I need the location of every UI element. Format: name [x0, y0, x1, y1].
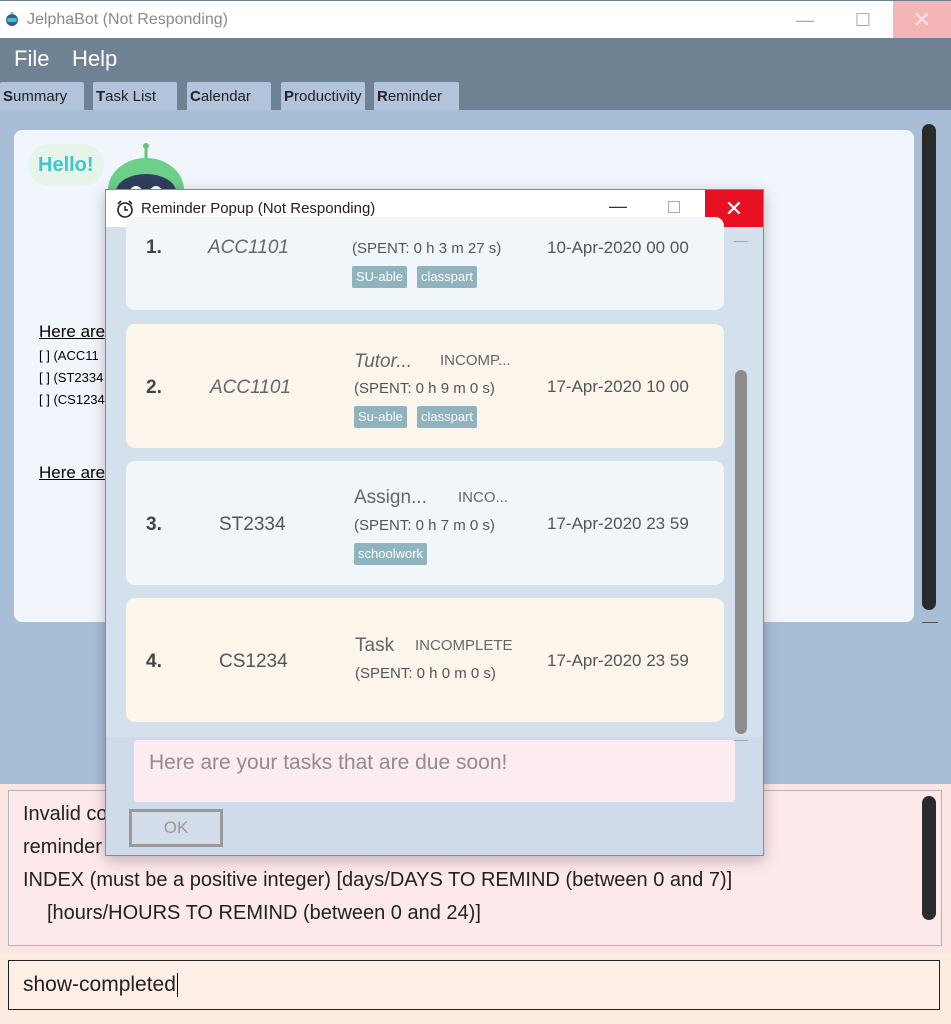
list-item[interactable]: 2. ACC1101 Tutor... INCOMP... (SPENT: 0 …: [126, 324, 724, 448]
summary-heading-week: Here are: [39, 463, 106, 482]
task-time-spent: (SPENT: 0 h 9 m 0 s): [354, 380, 495, 397]
tab-productivity[interactable]: Productivity: [281, 82, 365, 110]
task-module: CS1234: [219, 651, 288, 672]
text-caret: [176, 973, 178, 998]
ok-button[interactable]: OK: [129, 809, 223, 847]
feedback-line: INDEX (must be a positive integer) [days…: [23, 869, 733, 891]
task-description: Assign...: [354, 487, 427, 508]
list-item[interactable]: 3. ST2334 Assign... INCO... (SPENT: 0 h …: [126, 461, 724, 585]
command-input[interactable]: show-completed: [8, 960, 940, 1010]
feedback-line: reminder: [23, 836, 102, 858]
task-description: Tutor...: [354, 351, 413, 372]
summary-task-line: [ ] (ST2334: [39, 370, 104, 385]
task-module: ACC1101: [208, 237, 289, 258]
popup-message-text: Here are your tasks that are due soon!: [149, 751, 508, 774]
reminder-task-list: 1. ACC1101 (SPENT: 0 h 3 m 27 s) 10-Apr-…: [106, 217, 763, 737]
tab-summary[interactable]: Summary: [0, 82, 84, 110]
list-item[interactable]: 4. CS1234 Task INCOMPLETE (SPENT: 0 h 0 …: [126, 598, 724, 722]
summary-task-line: [ ] (CS1234: [39, 392, 105, 407]
task-tag: SU-able: [352, 266, 407, 288]
menu-help[interactable]: Help: [72, 46, 117, 72]
task-module: ST2334: [219, 514, 286, 535]
tab-calendar[interactable]: Calendar: [187, 82, 271, 110]
reminder-popup-window: Reminder Popup (Not Responding) — ✕ 1. A…: [105, 189, 764, 856]
task-status: INCO...: [458, 489, 509, 506]
task-tag: classpart: [417, 406, 478, 428]
main-titlebar: JelphaBot (Not Responding) — ☐ ✕: [0, 0, 951, 39]
task-index: 3.: [146, 514, 162, 535]
feedback-line: Invalid co: [23, 803, 108, 825]
summary-task-line: [ ] (ACC11: [39, 348, 99, 363]
summary-scrollbar[interactable]: [922, 124, 936, 610]
task-status: INCOMP...: [440, 352, 511, 369]
task-description: Task: [355, 635, 395, 656]
popup-message-box: Here are your tasks that are due soon!: [134, 740, 735, 802]
task-deadline: 17-Apr-2020 10 00: [547, 377, 689, 396]
list-item[interactable]: 1. ACC1101 (SPENT: 0 h 3 m 27 s) 10-Apr-…: [126, 217, 724, 310]
tab-bar: Summary Task List Calendar Productivity …: [0, 80, 951, 110]
summary-heading-today: Here are: [39, 322, 106, 341]
task-module: ACC1101: [210, 377, 291, 398]
window-title: JelphaBot (Not Responding): [27, 11, 229, 28]
popup-title: Reminder Popup (Not Responding): [141, 200, 376, 217]
tab-task-list[interactable]: Task List: [93, 82, 177, 110]
jelphabot-app-icon: [6, 11, 18, 26]
maximize-button[interactable]: ☐: [834, 1, 892, 39]
alarm-clock-icon: [117, 200, 133, 218]
task-index: 4.: [146, 651, 162, 672]
close-button[interactable]: ✕: [893, 1, 951, 39]
menu-file[interactable]: File: [14, 46, 49, 72]
task-deadline: 17-Apr-2020 23 59: [547, 651, 689, 670]
popup-maximize-button[interactable]: [668, 201, 680, 213]
task-tag: Su-able: [354, 406, 407, 428]
scrollbar-divider: [734, 241, 748, 242]
command-text: show-completed: [23, 973, 178, 998]
task-time-spent: (SPENT: 0 h 0 m 0 s): [355, 665, 496, 682]
scrollbar-divider: [922, 622, 938, 623]
feedback-line: [hours/HOURS TO REMIND (between 0 and 24…: [47, 902, 481, 924]
feedback-scrollbar[interactable]: [922, 796, 936, 920]
popup-scrollbar-thumb[interactable]: [735, 370, 747, 734]
popup-minimize-button[interactable]: —: [609, 196, 627, 217]
minimize-button[interactable]: —: [776, 1, 834, 39]
task-deadline: 10-Apr-2020 00 00: [547, 238, 689, 257]
task-index: 2.: [146, 377, 162, 398]
tab-reminder[interactable]: Reminder: [374, 82, 459, 110]
task-status: INCOMPLETE: [415, 637, 513, 654]
hello-bubble: Hello!: [28, 144, 104, 186]
task-tag: schoolwork: [354, 543, 428, 565]
task-tag: classpart: [417, 266, 478, 288]
scrollbar-divider: [734, 740, 748, 741]
task-time-spent: (SPENT: 0 h 3 m 27 s): [352, 240, 502, 257]
task-time-spent: (SPENT: 0 h 7 m 0 s): [354, 517, 495, 534]
task-index: 1.: [146, 237, 162, 258]
task-deadline: 17-Apr-2020 23 59: [547, 514, 689, 533]
menu-bar: File Help: [0, 38, 951, 80]
